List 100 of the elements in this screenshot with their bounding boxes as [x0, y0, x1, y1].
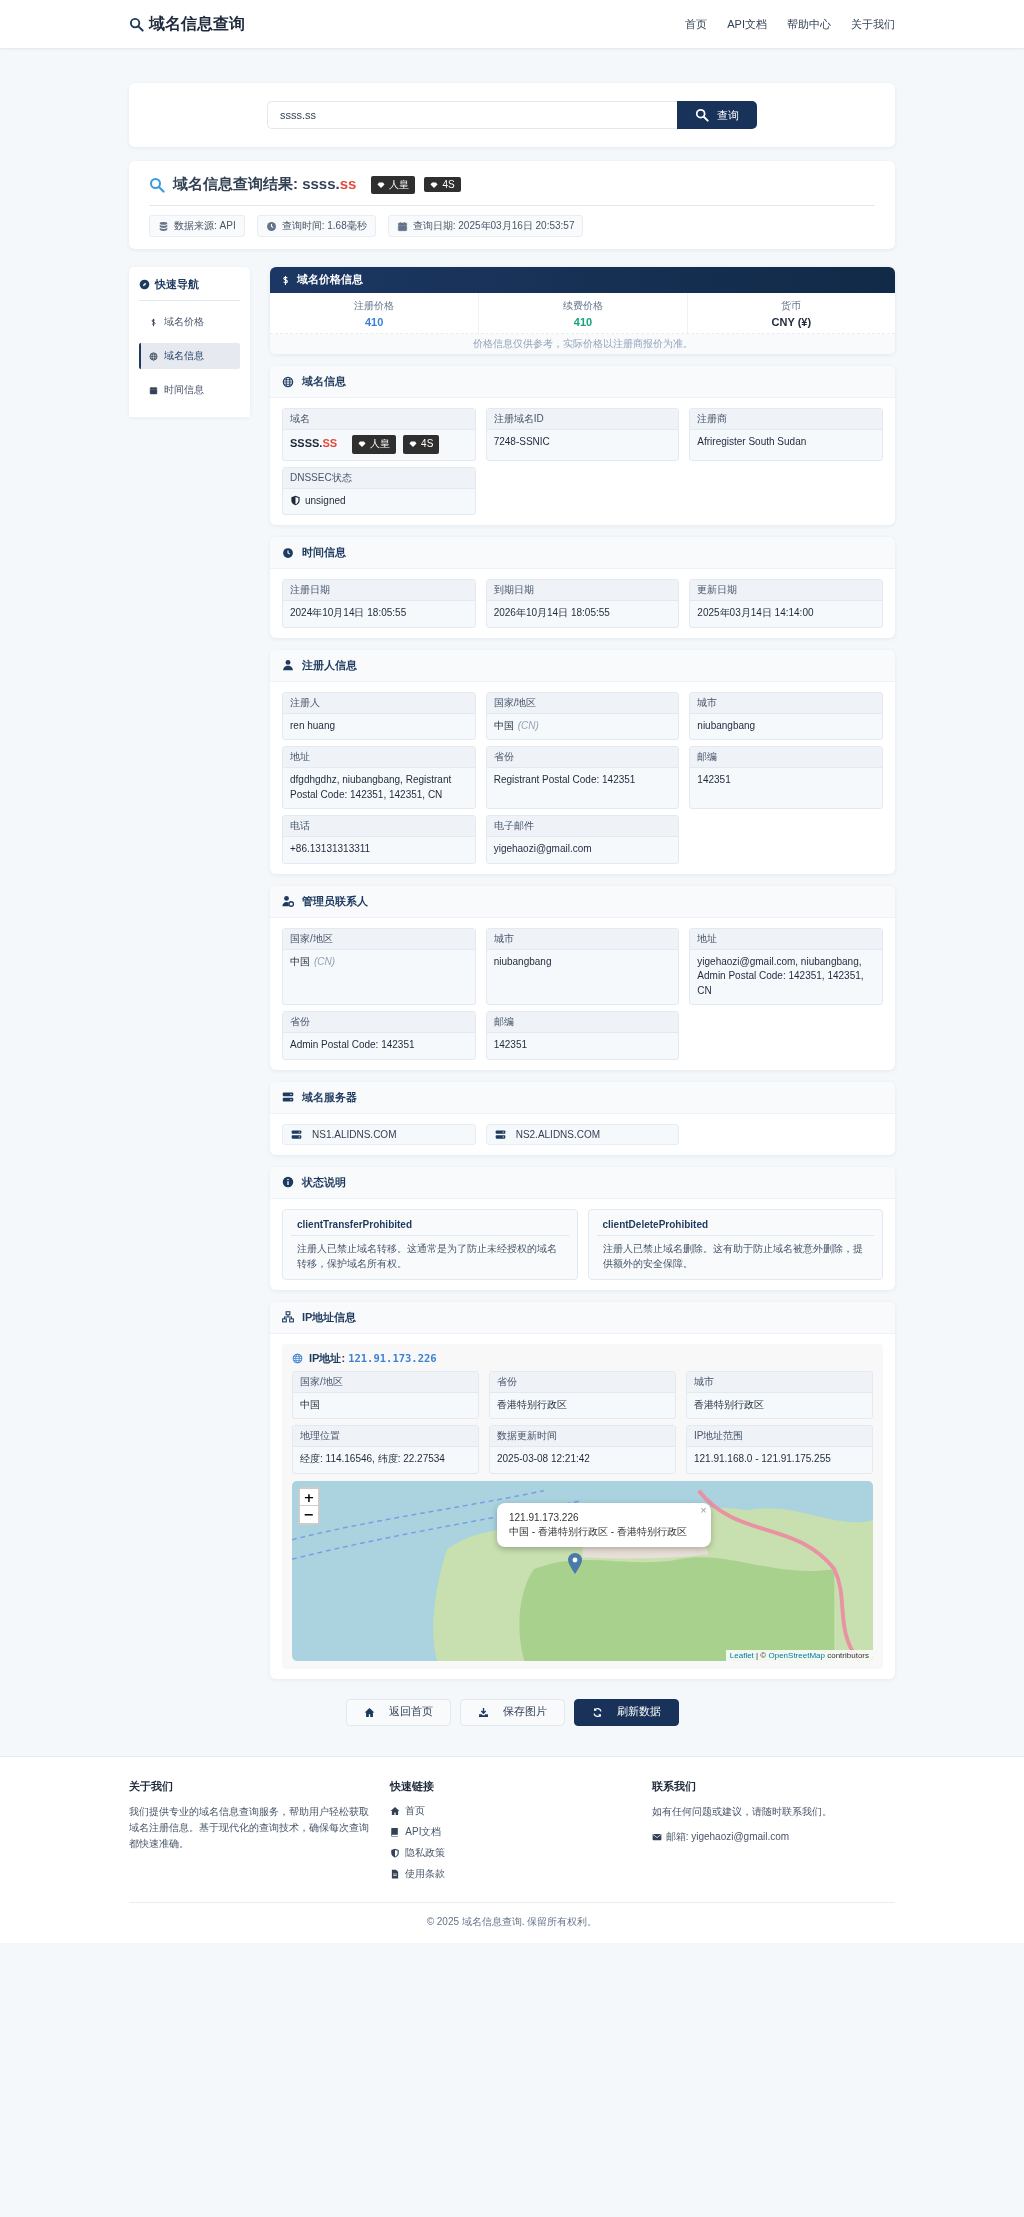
search-button[interactable]: 查询: [677, 101, 757, 129]
field-value: 7248-SSNIC: [493, 435, 550, 449]
clock-icon: [265, 220, 277, 232]
refresh-icon: [591, 1706, 603, 1718]
meta-text: 数据来源: API: [174, 219, 236, 233]
server-icon: [494, 1128, 506, 1140]
section-title: 状态说明: [302, 1174, 346, 1190]
nav-link[interactable]: API文档: [727, 16, 767, 32]
action-button[interactable]: 刷新数据: [573, 1698, 679, 1726]
home-icon: [363, 1706, 375, 1718]
sidebar-item[interactable]: 域名信息: [139, 343, 240, 369]
action-button[interactable]: 保存图片: [459, 1698, 565, 1726]
diamond-icon: [430, 180, 439, 189]
field-label: 国家/地区: [283, 928, 475, 950]
zoom-in-button[interactable]: +: [300, 1488, 318, 1506]
footer-link[interactable]: 首页: [390, 1803, 634, 1818]
book-icon: [390, 1826, 401, 1837]
field-value: yigehaozi@gmail.com: [493, 842, 592, 856]
map-pin-icon[interactable]: [568, 1552, 582, 1574]
field-label: 到期日期: [486, 580, 679, 601]
search-field[interactable]: ssss.ss: [267, 101, 677, 129]
field-value: 2025-03-08 12:21:42: [497, 1452, 590, 1466]
status-description: 注册人已禁止域名转移。这通常是为了防止未经授权的域名转移，保护域名所有权。: [296, 1241, 558, 1271]
footer-heading: 快速链接: [390, 1778, 436, 1794]
nav-link[interactable]: 首页: [685, 16, 708, 32]
field-label: 城市: [687, 1371, 872, 1393]
field-label: 地址: [690, 928, 882, 950]
search-icon: [695, 108, 709, 122]
field-value: 142351: [697, 773, 731, 787]
field-label: 电子邮件: [486, 816, 679, 837]
ip-address: IP地址: 121.91.173.226: [309, 1350, 437, 1366]
footer-link[interactable]: 使用条款: [390, 1866, 634, 1881]
sidebar-item[interactable]: 时间信息: [139, 377, 240, 403]
field-label: 城市: [690, 692, 882, 714]
footer-email: 邮箱: yigehaozi@gmail.com: [665, 1829, 790, 1844]
field-value: 中国: [300, 1397, 320, 1412]
dollar-icon: [280, 274, 291, 286]
footer-heading: 联系我们: [651, 1778, 697, 1794]
field-value: Admin Postal Code: 142351: [290, 1038, 415, 1052]
diamond-icon: [409, 440, 418, 449]
field-value: 142351: [493, 1038, 528, 1052]
attribution-link[interactable]: Leaflet: [729, 1650, 754, 1660]
tag-text: 4S: [442, 179, 455, 190]
copyright-text: © 2025 域名信息查询. 保留所有权利。: [426, 1915, 598, 1927]
download-icon: [477, 1706, 489, 1718]
section-title: 时间信息: [302, 545, 346, 560]
field-value: 香港特别行政区: [497, 1397, 567, 1412]
field-value: niubangbang: [697, 718, 756, 733]
field-label: IP地址范围: [687, 1426, 872, 1447]
field-label: 城市: [486, 928, 679, 950]
nav-link[interactable]: 关于我们: [851, 16, 895, 32]
user-icon: [282, 659, 294, 671]
field-value: yigehaozi@gmail.com, niubangbang, Admin Postal Code: 142351, 142351, CN: [697, 954, 865, 998]
field-value: 中国: [493, 718, 514, 733]
section-title: 注册人信息: [302, 657, 357, 673]
field-value: ren huang: [290, 718, 336, 733]
price-value: 410: [364, 316, 385, 328]
sidebar-item[interactable]: 域名价格: [139, 309, 240, 335]
nameserver-name: NS2.ALIDNS.COM: [515, 1128, 601, 1140]
logo-link[interactable]: 域名信息查询: [129, 13, 245, 35]
server-icon: [291, 1128, 302, 1140]
field-value: 经度: 114.16546, 纬度: 22.27534: [300, 1452, 445, 1466]
meta-text: 查询日期: 2025年03月16日 20:53:57: [412, 219, 575, 233]
section-title: 域名信息: [302, 374, 346, 389]
envelope-icon: [651, 1831, 662, 1842]
field-label: 邮编: [690, 747, 882, 768]
footer-link[interactable]: API文档: [390, 1824, 634, 1839]
clock-icon: [282, 546, 294, 559]
attribution-link[interactable]: OpenStreetMap: [768, 1650, 825, 1660]
field-label: 数据更新时间: [490, 1426, 675, 1447]
field-label: 注册域名ID: [486, 409, 679, 430]
field-value: Afriregister South Sudan: [697, 435, 807, 449]
map-placeholder[interactable]: + − × 121.91.173.226 中国 - 香港特别行政区 - 香港特别行政区 Leaflet | © OpenStreetMap contributors: [292, 1480, 873, 1661]
field-value: 香港特别行政区: [694, 1397, 764, 1412]
field-value: niubangbang: [493, 954, 552, 969]
field-label: 注册商: [690, 409, 882, 430]
field-label: 国家/地区: [486, 692, 679, 714]
action-button[interactable]: 返回首页: [345, 1698, 451, 1726]
section-title: IP地址信息: [302, 1309, 357, 1325]
field-label: 注册日期: [283, 580, 475, 601]
dollar-icon: [149, 317, 158, 327]
popup-text: 中国 - 香港特别行政区 - 香港特别行政区: [509, 1524, 687, 1539]
field-value: 2024年10月14日 18:05:55: [290, 606, 407, 620]
shield-icon: [290, 495, 301, 507]
meta-text: 查询时间: 1.68毫秒: [281, 219, 367, 233]
search-icon: [129, 16, 144, 32]
field-label: 更新日期: [690, 580, 882, 601]
footer-link[interactable]: 隐私政策: [390, 1845, 634, 1860]
result-title: 域名信息查询结果: ssss.ss: [173, 175, 357, 194]
price-value: CNY (¥): [770, 316, 813, 328]
diamond-icon: [358, 440, 367, 449]
server-icon: [282, 1091, 294, 1103]
search-icon: [149, 176, 165, 193]
field-label: 地址: [283, 747, 475, 768]
status-code: clientDeleteProhibited: [596, 1214, 874, 1236]
field-label: 电话: [283, 816, 475, 837]
field-value: dfgdhgdhz, niubangbang, Registrant Postal Code: 142351, 142351, CN: [290, 773, 453, 802]
nav-link[interactable]: 帮助中心: [787, 16, 831, 32]
country-code: (CN): [314, 954, 336, 969]
field-label: 注册人: [283, 692, 475, 714]
